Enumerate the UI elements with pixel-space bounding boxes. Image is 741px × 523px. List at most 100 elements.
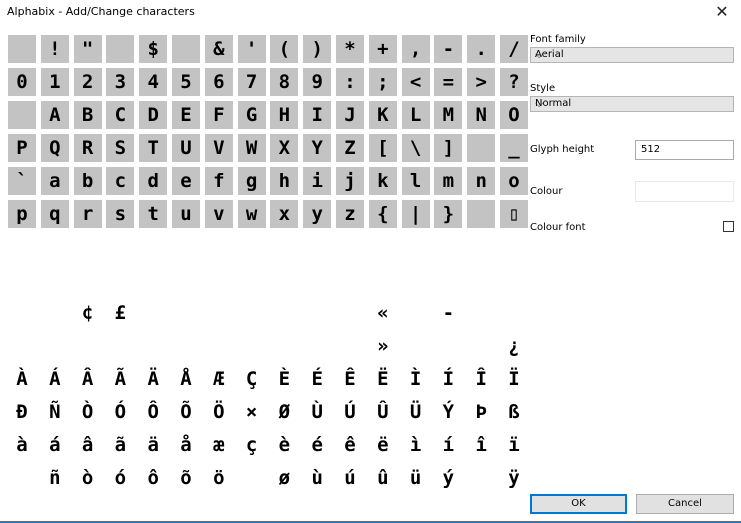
glyph-cell[interactable]: y — [303, 200, 332, 228]
glyph-cell[interactable] — [8, 332, 36, 360]
glyph-cell[interactable]: Á — [41, 365, 69, 393]
glyph-cell[interactable] — [238, 266, 266, 294]
glyph-cell[interactable]: « — [369, 299, 397, 327]
glyph-cell[interactable]: , — [401, 35, 430, 63]
glyph-cell[interactable]: 5 — [172, 68, 200, 96]
glyph-cell[interactable]: ö — [205, 464, 233, 492]
glyph-cell[interactable]: l — [401, 167, 430, 195]
glyph-cell[interactable]: ø — [270, 464, 298, 492]
glyph-cell[interactable]: A — [40, 101, 69, 129]
glyph-cell[interactable]: à — [8, 431, 36, 459]
glyph-cell[interactable]: × — [238, 398, 266, 426]
glyph-cell[interactable]: É — [303, 365, 331, 393]
glyph-cell[interactable] — [172, 266, 200, 294]
glyph-cell[interactable]: p — [8, 200, 36, 228]
glyph-cell[interactable]: 4 — [139, 68, 168, 96]
glyph-cell[interactable]: Î — [467, 365, 495, 393]
glyph-cell[interactable] — [369, 266, 397, 294]
glyph-cell[interactable]: = — [434, 68, 463, 96]
glyph-cell[interactable] — [467, 299, 495, 327]
glyph-cell[interactable]: Ú — [336, 398, 364, 426]
glyph-cell[interactable] — [238, 332, 266, 360]
glyph-cell[interactable]: ( — [270, 35, 299, 63]
glyph-cell[interactable] — [8, 35, 36, 63]
glyph-cell[interactable] — [434, 233, 462, 261]
glyph-cell[interactable] — [8, 266, 36, 294]
glyph-cell[interactable]: J — [336, 101, 364, 129]
glyph-cell[interactable]: G — [237, 101, 266, 129]
glyph-cell[interactable] — [467, 464, 495, 492]
glyph-cell[interactable]: ô — [139, 464, 167, 492]
glyph-cell[interactable] — [434, 266, 462, 294]
glyph-cell[interactable]: L — [401, 101, 430, 129]
glyph-cell[interactable]: Ô — [139, 398, 167, 426]
glyph-cell[interactable]: g — [237, 167, 266, 195]
glyph-cell[interactable]: R — [73, 134, 102, 162]
glyph-cell[interactable]: n — [467, 167, 496, 195]
glyph-cell[interactable]: i — [303, 167, 332, 195]
glyph-cell[interactable]: ß — [500, 398, 528, 426]
colour-font-checkbox[interactable] — [723, 221, 734, 232]
glyph-cell[interactable] — [270, 233, 298, 261]
glyph-cell[interactable]: P — [8, 134, 36, 162]
glyph-cell[interactable]: ù — [303, 464, 331, 492]
glyph-cell[interactable]: v — [204, 200, 233, 228]
glyph-cell[interactable]: + — [368, 35, 397, 63]
glyph-cell[interactable] — [172, 299, 200, 327]
glyph-cell[interactable] — [336, 332, 364, 360]
glyph-cell[interactable]: Ö — [205, 398, 233, 426]
glyph-cell[interactable] — [467, 134, 496, 162]
glyph-cell[interactable]: { — [368, 200, 397, 228]
glyph-cell[interactable]: Â — [74, 365, 102, 393]
glyph-cell[interactable]: æ — [205, 431, 233, 459]
glyph-cell[interactable]: » — [369, 332, 397, 360]
glyph-cell[interactable]: ; — [368, 68, 397, 96]
glyph-cell[interactable]: 2 — [73, 68, 102, 96]
glyph-cell[interactable]: ë — [369, 431, 397, 459]
glyph-cell[interactable]: N — [467, 101, 496, 129]
glyph-cell[interactable]: . — [467, 35, 496, 63]
colour-picker[interactable] — [635, 181, 734, 202]
glyph-cell[interactable]: c — [106, 167, 135, 195]
glyph-cell[interactable]: õ — [172, 464, 200, 492]
glyph-cell[interactable] — [336, 299, 364, 327]
glyph-cell[interactable]: a — [40, 167, 69, 195]
glyph-cell[interactable] — [172, 233, 200, 261]
glyph-cell[interactable]: 1 — [40, 68, 69, 96]
glyph-cell[interactable]: e — [172, 167, 200, 195]
glyph-cell[interactable]: í — [434, 431, 462, 459]
glyph-cell[interactable]: _ — [500, 134, 528, 162]
glyph-cell[interactable]: 8 — [270, 68, 299, 96]
glyph-cell[interactable]: â — [74, 431, 102, 459]
glyph-cell[interactable]: Å — [172, 365, 200, 393]
glyph-cell[interactable]: F — [204, 101, 233, 129]
glyph-cell[interactable]: W — [237, 134, 266, 162]
glyph-cell[interactable]: O — [500, 101, 528, 129]
glyph-cell[interactable] — [270, 332, 298, 360]
glyph-cell[interactable]: ç — [238, 431, 266, 459]
glyph-cell[interactable]: ý — [434, 464, 462, 492]
glyph-cell[interactable]: Ý — [434, 398, 462, 426]
glyph-cell[interactable]: ï — [500, 431, 528, 459]
glyph-cell[interactable]: f — [204, 167, 233, 195]
glyph-cell[interactable] — [8, 464, 36, 492]
glyph-cell[interactable]: Ü — [402, 398, 430, 426]
glyph-cell[interactable]: è — [270, 431, 298, 459]
glyph-cell[interactable] — [467, 200, 496, 228]
glyph-cell[interactable]: & — [204, 35, 233, 63]
glyph-cell[interactable]: Þ — [467, 398, 495, 426]
glyph-cell[interactable] — [41, 299, 69, 327]
glyph-cell[interactable] — [500, 299, 528, 327]
glyph-cell[interactable]: 3 — [106, 68, 135, 96]
glyph-cell[interactable] — [303, 266, 331, 294]
glyph-cell[interactable] — [303, 233, 331, 261]
glyph-cell[interactable] — [139, 299, 167, 327]
glyph-cell[interactable] — [336, 233, 364, 261]
glyph-cell[interactable]: " — [73, 35, 102, 63]
glyph-cell[interactable] — [238, 233, 266, 261]
glyph-cell[interactable]: S — [106, 134, 135, 162]
glyph-cell[interactable]: o — [500, 167, 528, 195]
glyph-cell[interactable]: $ — [139, 35, 168, 63]
glyph-cell[interactable]: ¢ — [74, 299, 102, 327]
glyph-cell[interactable]: D — [139, 101, 168, 129]
